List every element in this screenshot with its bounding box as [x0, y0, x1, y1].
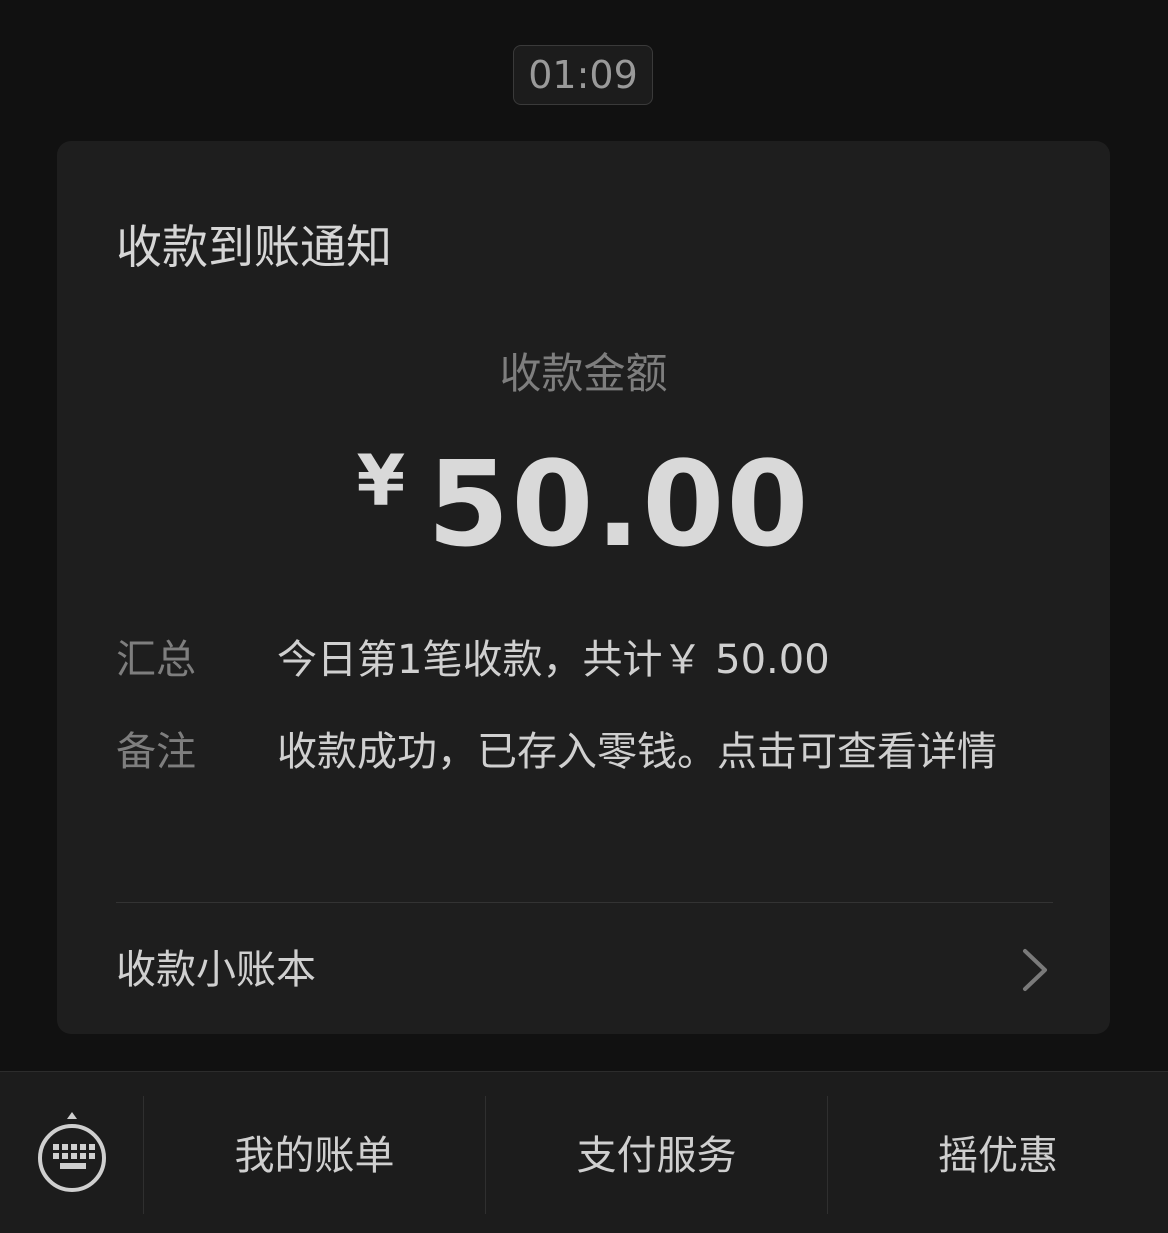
currency-symbol: ¥ — [356, 440, 406, 522]
menu-shake-deals[interactable]: 摇优惠 — [828, 1072, 1168, 1233]
amount-display: ¥50.00 — [57, 434, 1110, 574]
divider — [116, 902, 1053, 903]
keyboard-icon[interactable] — [30, 1110, 114, 1200]
amount-value: 50.00 — [427, 435, 811, 573]
menu-my-bills[interactable]: 我的账单 — [144, 1072, 485, 1233]
chat-page: 01:09 收款到账通知 收款金额 ¥50.00 汇总 今日第1笔收款，共计￥ … — [0, 0, 1168, 1233]
ledger-link[interactable]: 收款小账本 — [116, 945, 316, 995]
summary-key: 汇总 — [116, 637, 196, 683]
bottom-menu-bar: 我的账单 支付服务 摇优惠 — [0, 1071, 1168, 1233]
message-timestamp: 01:09 — [513, 45, 653, 105]
card-title: 收款到账通知 — [116, 220, 392, 274]
amount-label: 收款金额 — [499, 349, 668, 398]
summary-value: 今日第1笔收款，共计￥ 50.00 — [277, 637, 830, 683]
payment-notification-card[interactable]: 收款到账通知 收款金额 ¥50.00 汇总 今日第1笔收款，共计￥ 50.00 … — [57, 141, 1110, 1034]
chevron-right-icon[interactable] — [1017, 947, 1057, 993]
remark-key: 备注 — [116, 729, 196, 775]
menu-payment-services[interactable]: 支付服务 — [486, 1072, 827, 1233]
remark-value: 收款成功，已存入零钱。点击可查看详情 — [277, 729, 997, 775]
